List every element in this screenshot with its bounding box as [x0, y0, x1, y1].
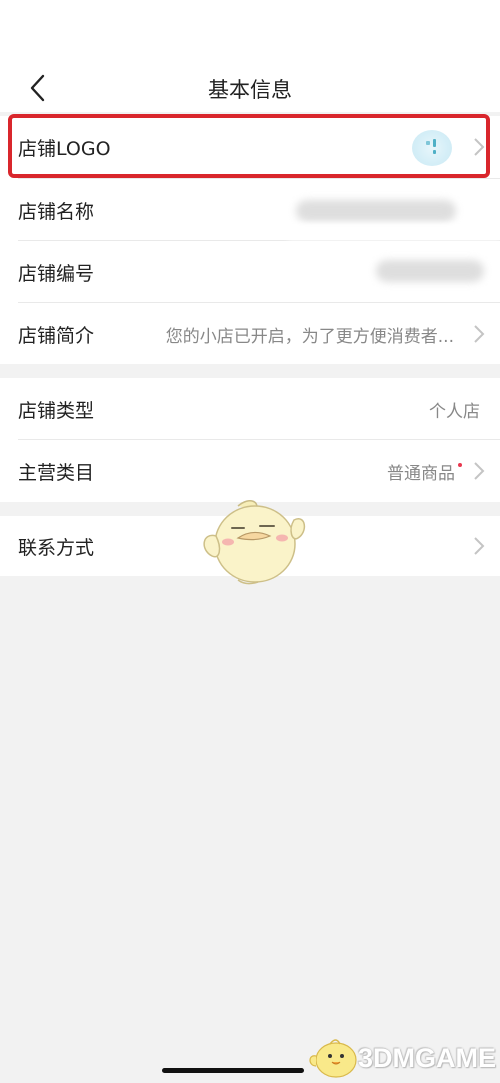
redacted-shop-name: [296, 200, 456, 222]
watermark-bird-icon: [309, 1039, 357, 1078]
redacted-mask: [288, 224, 500, 240]
shop-logo-label: 店铺LOGO: [18, 137, 111, 160]
main-category-text: 普通商品: [387, 463, 455, 484]
main-category-row[interactable]: 主营类目 普通商品: [0, 440, 500, 502]
shop-number-label: 店铺编号: [18, 262, 95, 285]
chevron-right-icon: [474, 537, 485, 555]
shop-name-label: 店铺名称: [18, 200, 95, 223]
contact-label: 联系方式: [18, 536, 95, 559]
mascot-sticker: [203, 500, 306, 585]
shop-type-row[interactable]: 店铺类型 个人店: [0, 378, 500, 440]
shop-type-label: 店铺类型: [18, 399, 95, 422]
chevron-right-icon: [474, 325, 485, 343]
category-group: 店铺类型 个人店 主营类目 普通商品: [0, 378, 500, 502]
chevron-right-icon: [474, 462, 485, 480]
logo-avatar[interactable]: [412, 130, 452, 166]
shop-type-value: 个人店: [429, 401, 480, 422]
page-title: 基本信息: [208, 78, 292, 102]
shop-intro-row[interactable]: 店铺简介 您的小店已开启，为了更方便消费者...: [0, 303, 500, 365]
chevron-right-icon: [474, 138, 485, 156]
home-indicator[interactable]: [162, 1068, 304, 1073]
watermark-text: 3DMGAME: [358, 1043, 497, 1073]
badge-dot: [458, 462, 462, 467]
shop-intro-value: 您的小店已开启，为了更方便消费者...: [165, 326, 454, 347]
main-category-value: 普通商品: [387, 459, 462, 484]
redacted-shop-number: [376, 260, 484, 282]
shop-intro-label: 店铺简介: [18, 324, 95, 347]
main-category-label: 主营类目: [18, 461, 95, 484]
header: 基本信息: [0, 0, 500, 112]
